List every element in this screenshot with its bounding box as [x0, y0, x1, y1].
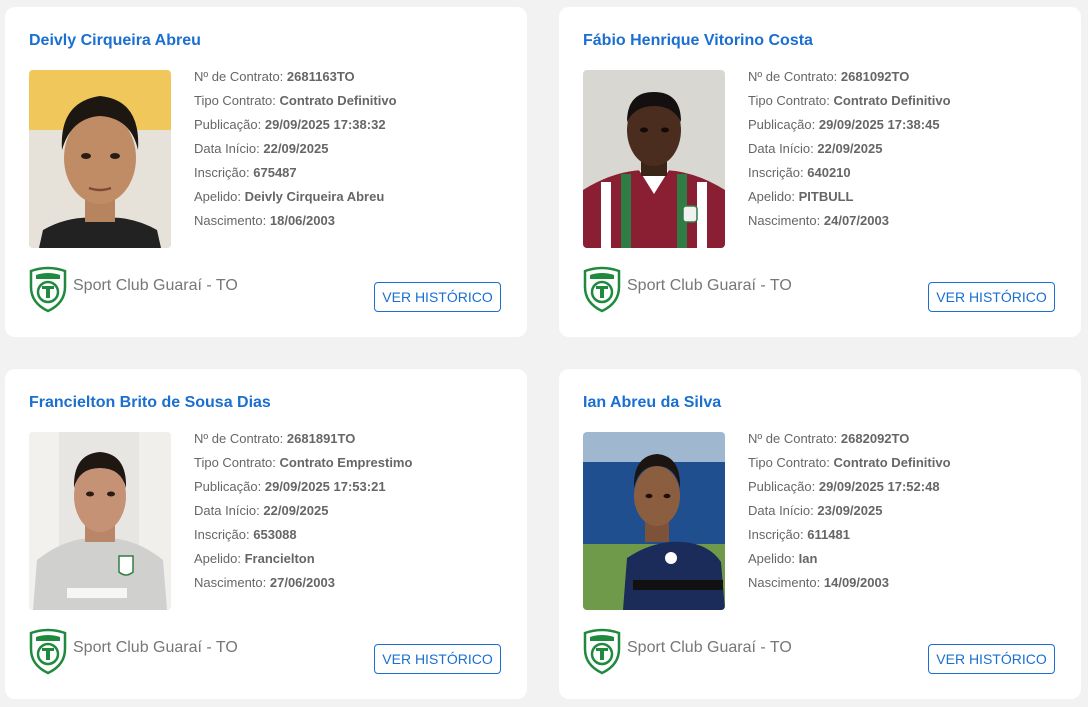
- club-info: Sport Club Guaraí - TO: [581, 627, 792, 675]
- club-name: Sport Club Guaraí - TO: [73, 639, 238, 656]
- player-photo: [583, 432, 725, 610]
- club-name: Sport Club Guaraí - TO: [73, 277, 238, 294]
- club-info: Sport Club Guaraí - TO: [27, 265, 238, 313]
- contract-info: Nº de Contrato: 2681891TO Tipo Contrato:…: [194, 431, 413, 590]
- contract-info: Nº de Contrato: 2681163TO Tipo Contrato:…: [194, 69, 397, 228]
- club-name: Sport Club Guaraí - TO: [627, 277, 792, 294]
- view-history-button[interactable]: VER HISTÓRICO: [374, 282, 501, 312]
- player-card: Francielton Brito de Sousa Dias Nº de Co…: [5, 369, 527, 699]
- player-name[interactable]: Francielton Brito de Sousa Dias: [29, 394, 271, 412]
- club-crest-icon: [583, 266, 621, 313]
- player-photo: [583, 70, 725, 248]
- player-card: Ian Abreu da Silva Nº de Contrato: 26820…: [559, 369, 1081, 699]
- contract-info: Nº de Contrato: 2681092TO Tipo Contrato:…: [748, 69, 951, 228]
- club-crest-icon: [29, 266, 67, 313]
- club-name: Sport Club Guaraí - TO: [627, 639, 792, 656]
- player-name[interactable]: Fábio Henrique Vitorino Costa: [583, 32, 813, 50]
- player-photo: [29, 432, 171, 610]
- club-crest-icon: [583, 628, 621, 675]
- player-name[interactable]: Ian Abreu da Silva: [583, 394, 721, 412]
- player-card: Deivly Cirqueira Abreu Nº de Contrato: 2…: [5, 7, 527, 337]
- club-info: Sport Club Guaraí - TO: [27, 627, 238, 675]
- club-info: Sport Club Guaraí - TO: [581, 265, 792, 313]
- player-name[interactable]: Deivly Cirqueira Abreu: [29, 32, 201, 50]
- view-history-button[interactable]: VER HISTÓRICO: [374, 644, 501, 674]
- player-photo: [29, 70, 171, 248]
- view-history-button[interactable]: VER HISTÓRICO: [928, 282, 1055, 312]
- club-crest-icon: [29, 628, 67, 675]
- contract-info: Nº de Contrato: 2682092TO Tipo Contrato:…: [748, 431, 951, 590]
- player-card: Fábio Henrique Vitorino Costa Nº de Cont…: [559, 7, 1081, 337]
- view-history-button[interactable]: VER HISTÓRICO: [928, 644, 1055, 674]
